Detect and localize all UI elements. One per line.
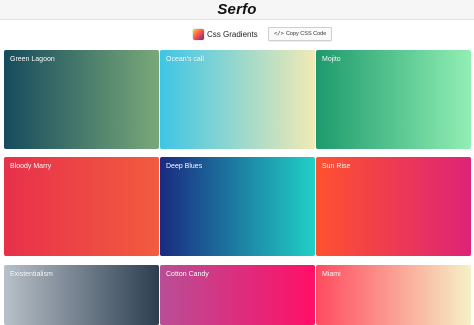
gradient-card-title: Deep Blues <box>166 163 203 170</box>
gradient-card-title: Bloody Marry <box>10 163 52 170</box>
gradient-card-green-lagoon[interactable]: Green Lagoon <box>4 50 159 149</box>
css-gradients-logo[interactable]: Css Gradients <box>193 26 258 42</box>
gradient-card-cotton-candy[interactable]: Cotton Candy <box>160 265 315 325</box>
gradient-card-title: Ocean's call <box>166 56 204 63</box>
gradient-card-title: Cotton Candy <box>166 271 209 278</box>
gradient-card-title: Existentialism <box>10 271 53 278</box>
gradient-card-title: Sun Rise <box>322 163 351 170</box>
top-header-bar: Serfo <box>0 0 474 20</box>
copy-css-code-label: Copy CSS Code <box>285 31 327 37</box>
gradient-card-miami[interactable]: Miami <box>316 265 471 325</box>
gradient-card-title: Green Lagoon <box>10 56 55 63</box>
gradient-card-bloody-marry[interactable]: Bloody Marry <box>4 157 159 256</box>
gradient-swatch-icon <box>193 28 204 40</box>
gradient-card-title: Miami <box>322 271 341 278</box>
gradient-card-sun-rise[interactable]: Sun Rise <box>316 157 471 256</box>
gradient-card-mojito[interactable]: Mojito <box>316 50 471 149</box>
gradient-card-oceans-call[interactable]: Ocean's call <box>160 50 315 149</box>
code-icon: </> <box>274 31 284 37</box>
gradient-card-existentialism[interactable]: Existentialism <box>4 265 159 325</box>
logo-label: Css Gradients <box>207 29 258 39</box>
gradient-card-deep-blues[interactable]: Deep Blues <box>160 157 315 256</box>
brand-title[interactable]: Serfo <box>217 1 256 18</box>
copy-css-code-button[interactable]: </> Copy CSS Code <box>268 27 333 41</box>
gradient-card-title: Mojito <box>322 56 341 63</box>
toolbar: Css Gradients </> Copy CSS Code <box>0 20 474 48</box>
